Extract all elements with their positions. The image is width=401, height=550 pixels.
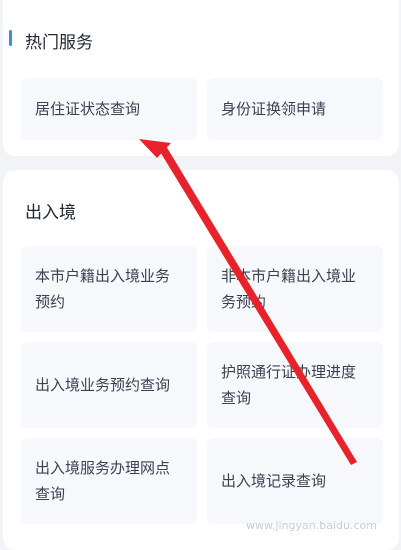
- section-accent-bar: [9, 30, 12, 46]
- section-title-hot-services: 热门服务: [25, 33, 93, 53]
- tile-label: 身份证换领申请: [221, 100, 327, 118]
- tile-label: 居住证状态查询: [35, 100, 141, 118]
- tile-label: 出入境记录查询: [221, 472, 327, 490]
- watermark-text: www.jingyan.baidu.com: [246, 519, 377, 532]
- tile-entry-exit-record-inquiry[interactable]: 出入境记录查询: [207, 438, 383, 524]
- tile-id-card-renewal[interactable]: 身份证换领申请: [207, 78, 383, 140]
- tile-label: 本市户籍出入境业务预约: [35, 267, 171, 311]
- tile-local-household-appointment[interactable]: 本市户籍出入境业务预约: [21, 246, 197, 332]
- tile-service-outlet-inquiry[interactable]: 出入境服务办理网点查询: [21, 438, 197, 524]
- tile-label: 出入境业务预约查询: [35, 376, 171, 394]
- tile-appointment-inquiry[interactable]: 出入境业务预约查询: [21, 342, 197, 428]
- tile-passport-progress-inquiry[interactable]: 护照通行证办理进度查询: [207, 342, 383, 428]
- tile-label: 出入境服务办理网点查询: [35, 459, 171, 503]
- tile-residence-permit-status[interactable]: 居住证状态查询: [21, 78, 197, 140]
- tile-nonlocal-household-appointment[interactable]: 非本市户籍出入境业务预约: [207, 246, 383, 332]
- section-title-entry-exit: 出入境: [25, 203, 76, 223]
- tile-label: 护照通行证办理进度查询: [221, 363, 357, 407]
- tile-label: 非本市户籍出入境业务预约: [221, 267, 357, 311]
